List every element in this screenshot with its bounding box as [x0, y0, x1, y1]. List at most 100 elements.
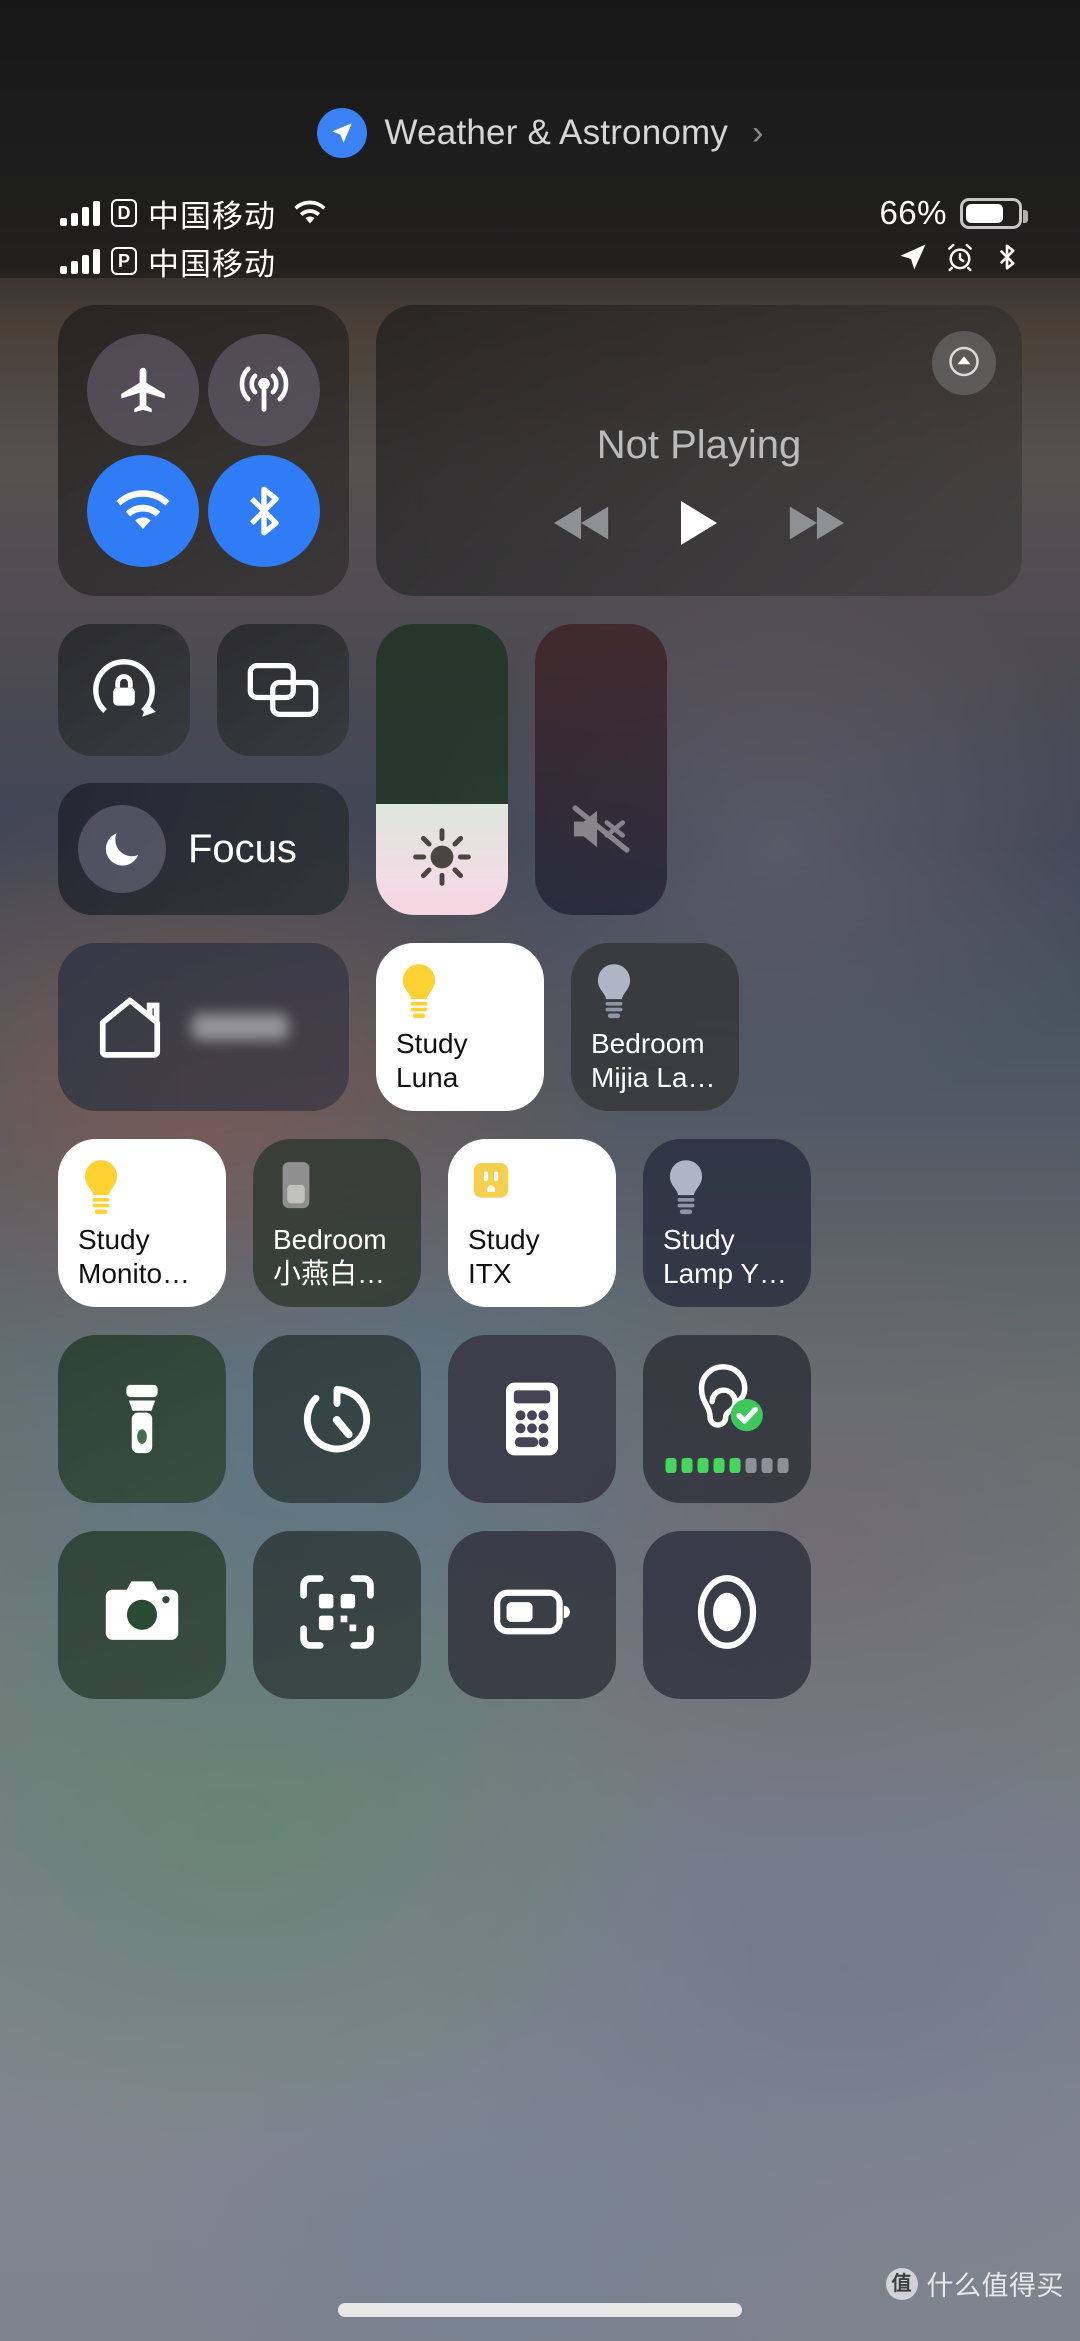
accessory-label: Study ITX: [468, 1223, 540, 1289]
brightness-slider[interactable]: [376, 624, 508, 915]
connectivity-module: [58, 305, 349, 596]
battery-indicator: 66%: [879, 190, 1028, 236]
location-arrow-icon: [316, 108, 367, 158]
accessory-tile-study-luna[interactable]: Study Luna: [376, 943, 544, 1111]
brightness-sun-icon: [413, 827, 471, 886]
cc-row-5: [58, 1335, 1022, 1503]
timer-icon: [303, 1386, 371, 1453]
battery-low-power-icon: [494, 1589, 570, 1635]
watermark-badge: 值: [885, 2267, 918, 2300]
accessory-label: Study Lamp Y…: [663, 1223, 787, 1289]
moon-icon: [105, 833, 139, 866]
carrier-name-1: 中国移动: [148, 198, 276, 234]
cc-row-4: Study Monito… Bedroom 小燕白… Study ITX Stu…: [58, 1139, 1022, 1307]
screen-record-icon: [697, 1575, 757, 1649]
media-player-module: Not Playing: [376, 305, 1022, 596]
cellular-antenna-icon: [240, 366, 289, 412]
brightness-slider-fill: [376, 804, 508, 915]
low-power-mode-button[interactable]: [448, 1531, 616, 1699]
watermark: 值 什么值得买: [885, 2264, 1065, 2303]
play-button[interactable]: [678, 501, 720, 550]
calculator-button[interactable]: [448, 1335, 616, 1503]
moon-icon-wrap: [78, 805, 166, 893]
cellular-data-toggle[interactable]: [208, 333, 321, 446]
screen-record-button[interactable]: [643, 1531, 811, 1699]
home-indicator: [338, 2303, 742, 2317]
accessory-label: Study Monito…: [78, 1223, 191, 1289]
rotation-lock-toggle[interactable]: [58, 624, 190, 756]
accessory-tile-bedroom-xiaoyanbai[interactable]: Bedroom 小燕白…: [253, 1139, 421, 1307]
bluetooth-icon: [992, 242, 1022, 277]
media-status-label: Not Playing: [596, 423, 802, 467]
screen-mirroring-icon: [247, 663, 319, 718]
screen-mirroring-toggle[interactable]: [217, 624, 349, 756]
bluetooth-toggle[interactable]: [208, 455, 321, 568]
accessory-label: Study Luna: [396, 1027, 468, 1093]
carrier-line-2: P 中国移动: [60, 238, 327, 284]
airplane-icon: [121, 367, 165, 412]
speaker-muted-icon: [572, 805, 630, 853]
lightbulb-icon: [396, 961, 524, 1033]
play-icon: [681, 501, 717, 545]
cc-row-2: Focus: [58, 624, 1022, 915]
airplay-button[interactable]: [932, 331, 996, 395]
volume-slider[interactable]: [535, 624, 667, 915]
lightbulb-icon: [78, 1157, 206, 1229]
home-status-text-blurred: [192, 1014, 288, 1040]
carrier-name-2: 中国移动: [148, 246, 276, 282]
accessory-tile-study-lamp[interactable]: Study Lamp Y…: [643, 1139, 811, 1307]
status-bar-right: 66%: [879, 190, 1028, 282]
outlet-icon: [468, 1157, 596, 1229]
accessory-tile-bedroom-mijia[interactable]: Bedroom Mijia La…: [571, 943, 739, 1111]
accessory-tile-study-itx[interactable]: Study ITX: [448, 1139, 616, 1307]
code-scanner-button[interactable]: [253, 1531, 421, 1699]
signal-strength-icon-2: [60, 248, 100, 274]
status-bar: D 中国移动 P 中国移动 66%: [0, 190, 1080, 286]
hearing-inner: [643, 1335, 811, 1503]
camera-button[interactable]: [58, 1531, 226, 1699]
hearing-ear-icon: [698, 1364, 763, 1432]
sim-badge-d: D: [111, 199, 137, 227]
switch-icon: [273, 1157, 401, 1229]
banner-label: Weather & Astronomy: [384, 113, 729, 152]
bluetooth-icon: [250, 486, 279, 536]
home-app-tile[interactable]: [58, 943, 349, 1111]
carrier-line-1: D 中国移动: [60, 190, 327, 236]
airplane-mode-toggle[interactable]: [86, 333, 199, 446]
chevron-right-icon: ›: [752, 113, 764, 152]
camera-icon: [105, 1581, 179, 1640]
status-bar-left: D 中国移动 P 中国移动: [60, 190, 327, 284]
volume-slider-icon: [535, 797, 667, 861]
signal-strength-icon: [60, 200, 100, 226]
weather-astronomy-banner[interactable]: Weather & Astronomy ›: [0, 108, 1080, 158]
accessory-tile-study-monitor[interactable]: Study Monito…: [58, 1139, 226, 1307]
location-arrow-icon: [898, 242, 928, 277]
fast-forward-button[interactable]: [786, 501, 844, 550]
lightbulb-icon: [663, 1157, 791, 1229]
timer-button[interactable]: [253, 1335, 421, 1503]
lightbulb-icon: [591, 961, 719, 1033]
wifi-icon: [116, 490, 170, 530]
control-center-screen: Weather & Astronomy › D 中国移动 P 中国移动 66%: [0, 0, 1080, 2341]
rewind-icon: [554, 506, 609, 540]
alarm-clock-icon: [945, 242, 975, 277]
fast-forward-icon: [789, 506, 844, 540]
battery-icon: [960, 197, 1028, 229]
sim-badge-p: P: [111, 247, 137, 275]
flashlight-icon: [126, 1384, 158, 1454]
calculator-icon: [506, 1382, 558, 1456]
focus-label: Focus: [188, 826, 297, 871]
cc-row-1: Not Playing: [58, 305, 1022, 596]
rewind-button[interactable]: [554, 501, 612, 550]
toggle-stack: Focus: [58, 624, 349, 915]
rotation-lock-icon: [93, 659, 156, 717]
cc-row-3: Study Luna Bedroom Mijia La…: [58, 943, 1022, 1111]
accessory-label: Bedroom 小燕白…: [273, 1223, 387, 1289]
hearing-button[interactable]: [643, 1335, 811, 1503]
flashlight-button[interactable]: [58, 1335, 226, 1503]
home-house-icon: [99, 997, 161, 1058]
accessory-label: Bedroom Mijia La…: [591, 1027, 716, 1093]
watermark-text: 什么值得买: [926, 2271, 1064, 2301]
wifi-toggle[interactable]: [86, 455, 199, 568]
focus-toggle[interactable]: Focus: [58, 783, 349, 915]
